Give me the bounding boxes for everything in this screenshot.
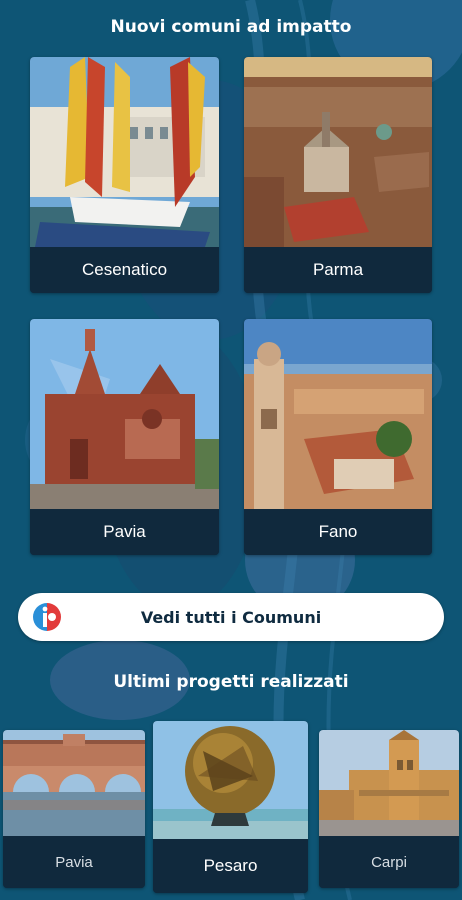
pavia-bridge-photo xyxy=(3,730,145,836)
fano-photo xyxy=(244,319,432,509)
app-logo-icon xyxy=(33,603,61,631)
municipality-card-parma[interactable]: Parma xyxy=(244,57,432,293)
parma-photo xyxy=(244,57,432,247)
see-all-button-label: Vedi tutti i Coumuni xyxy=(140,607,322,627)
municipality-label: Fano xyxy=(244,509,432,555)
municipality-card-pavia[interactable]: Pavia xyxy=(30,319,219,555)
see-all-municipalities-button[interactable]: Vedi tutti i Coumuni xyxy=(18,593,444,641)
section-title-new-municipalities: Nuovi comuni ad impatto xyxy=(110,17,352,37)
project-label: Pavia xyxy=(3,836,145,888)
municipality-label: Cesenatico xyxy=(30,247,219,293)
municipality-label: Pavia xyxy=(30,509,219,555)
project-label: Carpi xyxy=(319,836,459,888)
municipality-card-cesenatico[interactable]: Cesenatico xyxy=(30,57,219,293)
project-card-carpi[interactable]: Carpi xyxy=(319,730,459,888)
carpi-castle-photo xyxy=(319,730,459,836)
pavia-photo xyxy=(30,319,219,509)
cesenatico-photo xyxy=(30,57,219,247)
municipality-label: Parma xyxy=(244,247,432,293)
pesaro-sphere-photo xyxy=(153,721,308,839)
municipality-card-fano[interactable]: Fano xyxy=(244,319,432,555)
section-title-latest-projects: Ultimi progetti realizzati xyxy=(113,672,349,692)
project-label: Pesaro xyxy=(153,839,308,893)
project-card-pavia[interactable]: Pavia xyxy=(3,730,145,888)
project-card-pesaro[interactable]: Pesaro xyxy=(153,721,308,893)
